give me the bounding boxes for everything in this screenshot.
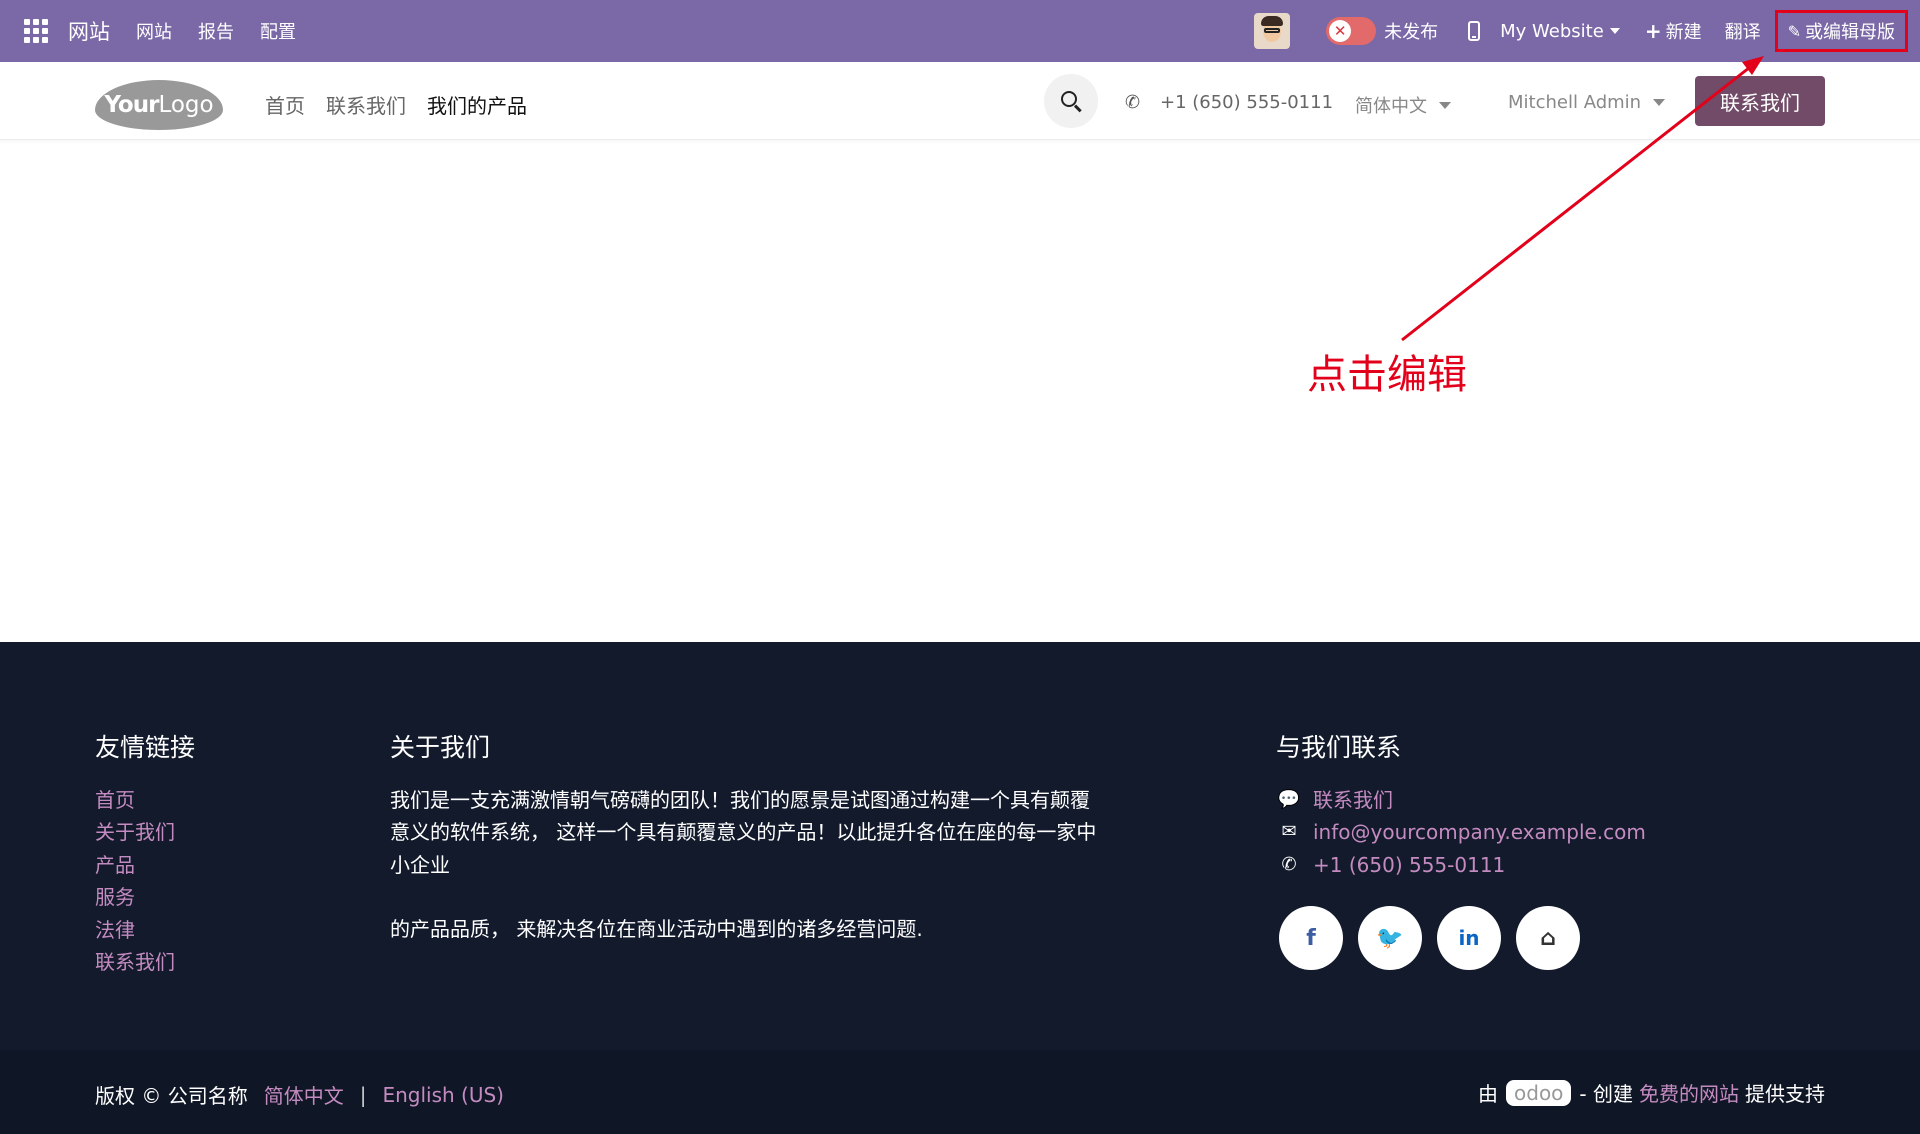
site-footer: 友情链接 首页 关于我们 产品 服务 法律 联系我们 关于我们 我们是一支充满激… (0, 642, 1920, 1050)
footer-link-home[interactable]: 首页 (95, 784, 175, 816)
app-brand[interactable]: 网站 (68, 16, 110, 46)
lang-separator: | (359, 1082, 367, 1107)
footer-phone[interactable]: ✆ +1 (650) 555-0111 (1277, 849, 1646, 881)
footer-contact-label: 联系我们 (1313, 788, 1393, 812)
footer-contact-link[interactable]: 💬 联系我们 (1277, 784, 1646, 816)
new-button[interactable]: + 新建 (1645, 18, 1702, 44)
language-selector[interactable]: 简体中文 (1355, 92, 1451, 118)
site-logo[interactable]: Your Logo (95, 80, 223, 130)
logo-light-text: Logo (158, 92, 214, 118)
footer-links-title: 友情链接 (95, 733, 196, 762)
chevron-down-icon (1439, 101, 1451, 109)
close-icon: ✕ (1329, 20, 1352, 42)
annotation-text: 点击编辑 (1307, 352, 1467, 398)
footer-link-contact[interactable]: 联系我们 (95, 946, 175, 978)
powered-by-create: - 创建 (1579, 1082, 1633, 1106)
phone-icon: ✆ (1125, 92, 1141, 113)
copyright-left: 版权 © 公司名称 简体中文 | English (US) (95, 1080, 504, 1109)
admin-navbar: 网站 网站 报告 配置 ✕ 未发布 My Website + 新建 翻译 ✎ 或… (0, 0, 1920, 62)
footer-link-about[interactable]: 关于我们 (95, 816, 175, 848)
footer-contact-title: 与我们联系 (1276, 733, 1402, 762)
footer-link-legal[interactable]: 法律 (95, 914, 175, 946)
admin-actions: ✕ 未发布 My Website + 新建 翻译 ✎ 或编辑母版 (1254, 0, 1920, 62)
lang-en-link[interactable]: English (US) (382, 1083, 504, 1107)
home-icon[interactable]: ⌂ (1516, 906, 1580, 970)
website-switcher[interactable]: My Website (1500, 21, 1620, 42)
admin-menu-config[interactable]: 配置 (260, 18, 296, 44)
copyright-bar: 版权 © 公司名称 简体中文 | English (US) 由 odoo - 创… (0, 1050, 1920, 1134)
avatar[interactable] (1254, 13, 1291, 49)
apps-menu-icon[interactable] (24, 19, 48, 43)
plus-icon: + (1644, 19, 1662, 43)
facebook-icon[interactable]: f (1279, 906, 1343, 970)
mobile-preview-icon[interactable] (1468, 21, 1481, 41)
social-links: f 🐦 in ⌂ (1279, 906, 1595, 970)
logo-bold-text: Your (104, 92, 159, 118)
footer-phone-label: +1 (650) 555-0111 (1313, 852, 1506, 877)
powered-by-suffix: 提供支持 (1745, 1082, 1825, 1106)
envelope-icon: ✉ (1281, 821, 1297, 843)
publish-status: 未发布 (1384, 22, 1439, 43)
twitter-icon[interactable]: 🐦 (1358, 906, 1422, 970)
contact-us-button[interactable]: 联系我们 (1695, 76, 1825, 126)
powered-by: 由 odoo - 创建 免费的网站 提供支持 (1478, 1078, 1825, 1107)
about-paragraph-1: 我们是一支充满激情朝气磅礴的团队！我们的愿景是试图通过构建一个具有颠覆意义的软件… (390, 788, 1097, 877)
new-button-label: 新建 (1665, 22, 1702, 43)
site-header: Your Logo 首页 联系我们 我们的产品 ✆ +1 (650) 555-01… (0, 62, 1920, 140)
admin-menu-reports[interactable]: 报告 (198, 18, 234, 44)
pencil-icon: ✎ (1787, 21, 1801, 41)
main-nav: 首页 联系我们 我们的产品 (265, 90, 548, 119)
footer-contact-list: 💬 联系我们 ✉ info@yourcompany.example.com ✆ … (1277, 784, 1646, 881)
admin-menu-website[interactable]: 网站 (136, 18, 172, 44)
odoo-logo[interactable]: odoo (1506, 1079, 1572, 1106)
website-switcher-label: My Website (1500, 20, 1604, 42)
footer-about-text: 我们是一支充满激情朝气磅礴的团队！我们的愿景是试图通过构建一个具有颠覆意义的软件… (390, 784, 1100, 946)
language-label: 简体中文 (1355, 96, 1427, 117)
search-icon (1061, 91, 1077, 107)
nav-home[interactable]: 首页 (265, 90, 305, 119)
copyright-text: 版权 © 公司名称 (95, 1084, 248, 1108)
footer-email-label: info@yourcompany.example.com (1313, 820, 1646, 845)
chevron-down-icon (1609, 28, 1620, 34)
header-phone[interactable]: +1 (650) 555-0111 (1160, 92, 1333, 113)
footer-link-services[interactable]: 服务 (95, 881, 175, 913)
chevron-down-icon (1653, 99, 1666, 106)
phone-icon: ✆ (1281, 853, 1297, 875)
linkedin-icon[interactable]: in (1437, 906, 1501, 970)
footer-links: 首页 关于我们 产品 服务 法律 联系我们 (95, 784, 175, 978)
nav-our-products[interactable]: 我们的产品 (427, 90, 527, 119)
footer-about-title: 关于我们 (390, 733, 491, 762)
comment-icon: 💬 (1277, 789, 1301, 810)
edit-master-button[interactable]: ✎ 或编辑母版 (1774, 10, 1908, 52)
publish-toggle[interactable]: ✕ (1326, 17, 1377, 45)
nav-contact[interactable]: 联系我们 (326, 90, 406, 119)
user-name: Mitchell Admin (1508, 92, 1642, 113)
footer-email[interactable]: ✉ info@yourcompany.example.com (1277, 816, 1646, 848)
powered-by-prefix: 由 (1478, 1082, 1499, 1106)
translate-button[interactable]: 翻译 (1725, 18, 1761, 44)
user-menu[interactable]: Mitchell Admin (1508, 92, 1666, 113)
free-website-link[interactable]: 免费的网站 (1639, 1078, 1739, 1107)
footer-link-products[interactable]: 产品 (95, 849, 175, 881)
lang-zh-link[interactable]: 简体中文 (264, 1080, 344, 1109)
edit-master-label: 或编辑母版 (1805, 22, 1895, 43)
search-button[interactable] (1044, 74, 1098, 128)
about-paragraph-2: 的产品品质， 来解决各位在商业活动中遇到的诸多经营问题. (390, 917, 923, 942)
